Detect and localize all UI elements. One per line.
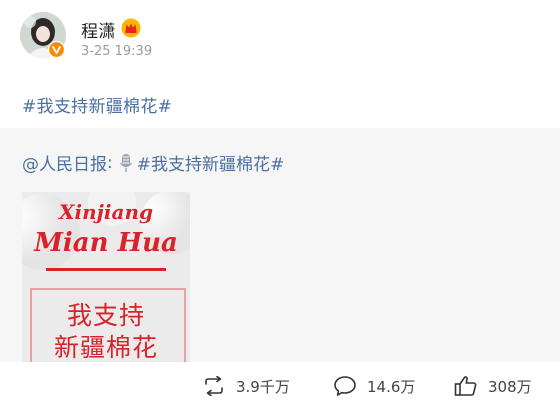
- image-text-cn-line1: 我支持: [66, 301, 145, 330]
- post-hashtag-link[interactable]: #我支持新疆棉花#: [22, 92, 172, 117]
- comment-icon: [334, 376, 356, 396]
- like-count: 308万: [488, 377, 532, 396]
- repost-colon: :: [107, 152, 113, 173]
- repost-button[interactable]: 3.9千万: [202, 372, 290, 400]
- crown-icon[interactable]: [121, 18, 141, 38]
- thumbs-up-icon: [454, 376, 477, 396]
- repost-hashtag-link[interactable]: #我支持新疆棉花#: [137, 150, 285, 175]
- image-title-latin: Xinjiang: [59, 200, 153, 224]
- weibo-post: 程潇 3-25 19:39 #我支持新疆棉花# @人民日报 : #我支持新疆棉花…: [0, 0, 560, 416]
- like-button[interactable]: 308万: [454, 372, 532, 400]
- microphone-icon: [119, 153, 133, 173]
- author-name[interactable]: 程潇: [81, 17, 116, 42]
- image-subtitle-latin: Mian Hua: [34, 228, 178, 258]
- image-text-cn-line2: 新疆棉花: [53, 333, 158, 362]
- image-underline: [46, 268, 166, 271]
- repost-source-link[interactable]: @人民日报: [22, 150, 107, 175]
- repost-card[interactable]: @人民日报 : #我支持新疆棉花# Xinjiang Mian Hua 我支持 …: [0, 128, 560, 362]
- repost-count: 3.9千万: [236, 377, 290, 396]
- repost-header: @人民日报 : #我支持新疆棉花#: [22, 150, 285, 176]
- repost-image[interactable]: Xinjiang Mian Hua 我支持 新疆棉花: [22, 192, 190, 362]
- comment-button[interactable]: 14.6万: [333, 372, 415, 400]
- verified-badge-icon: [47, 40, 66, 59]
- post-timestamp: 3-25 19:39: [81, 44, 153, 59]
- comment-count: 14.6万: [367, 377, 416, 396]
- repost-icon: [205, 376, 223, 396]
